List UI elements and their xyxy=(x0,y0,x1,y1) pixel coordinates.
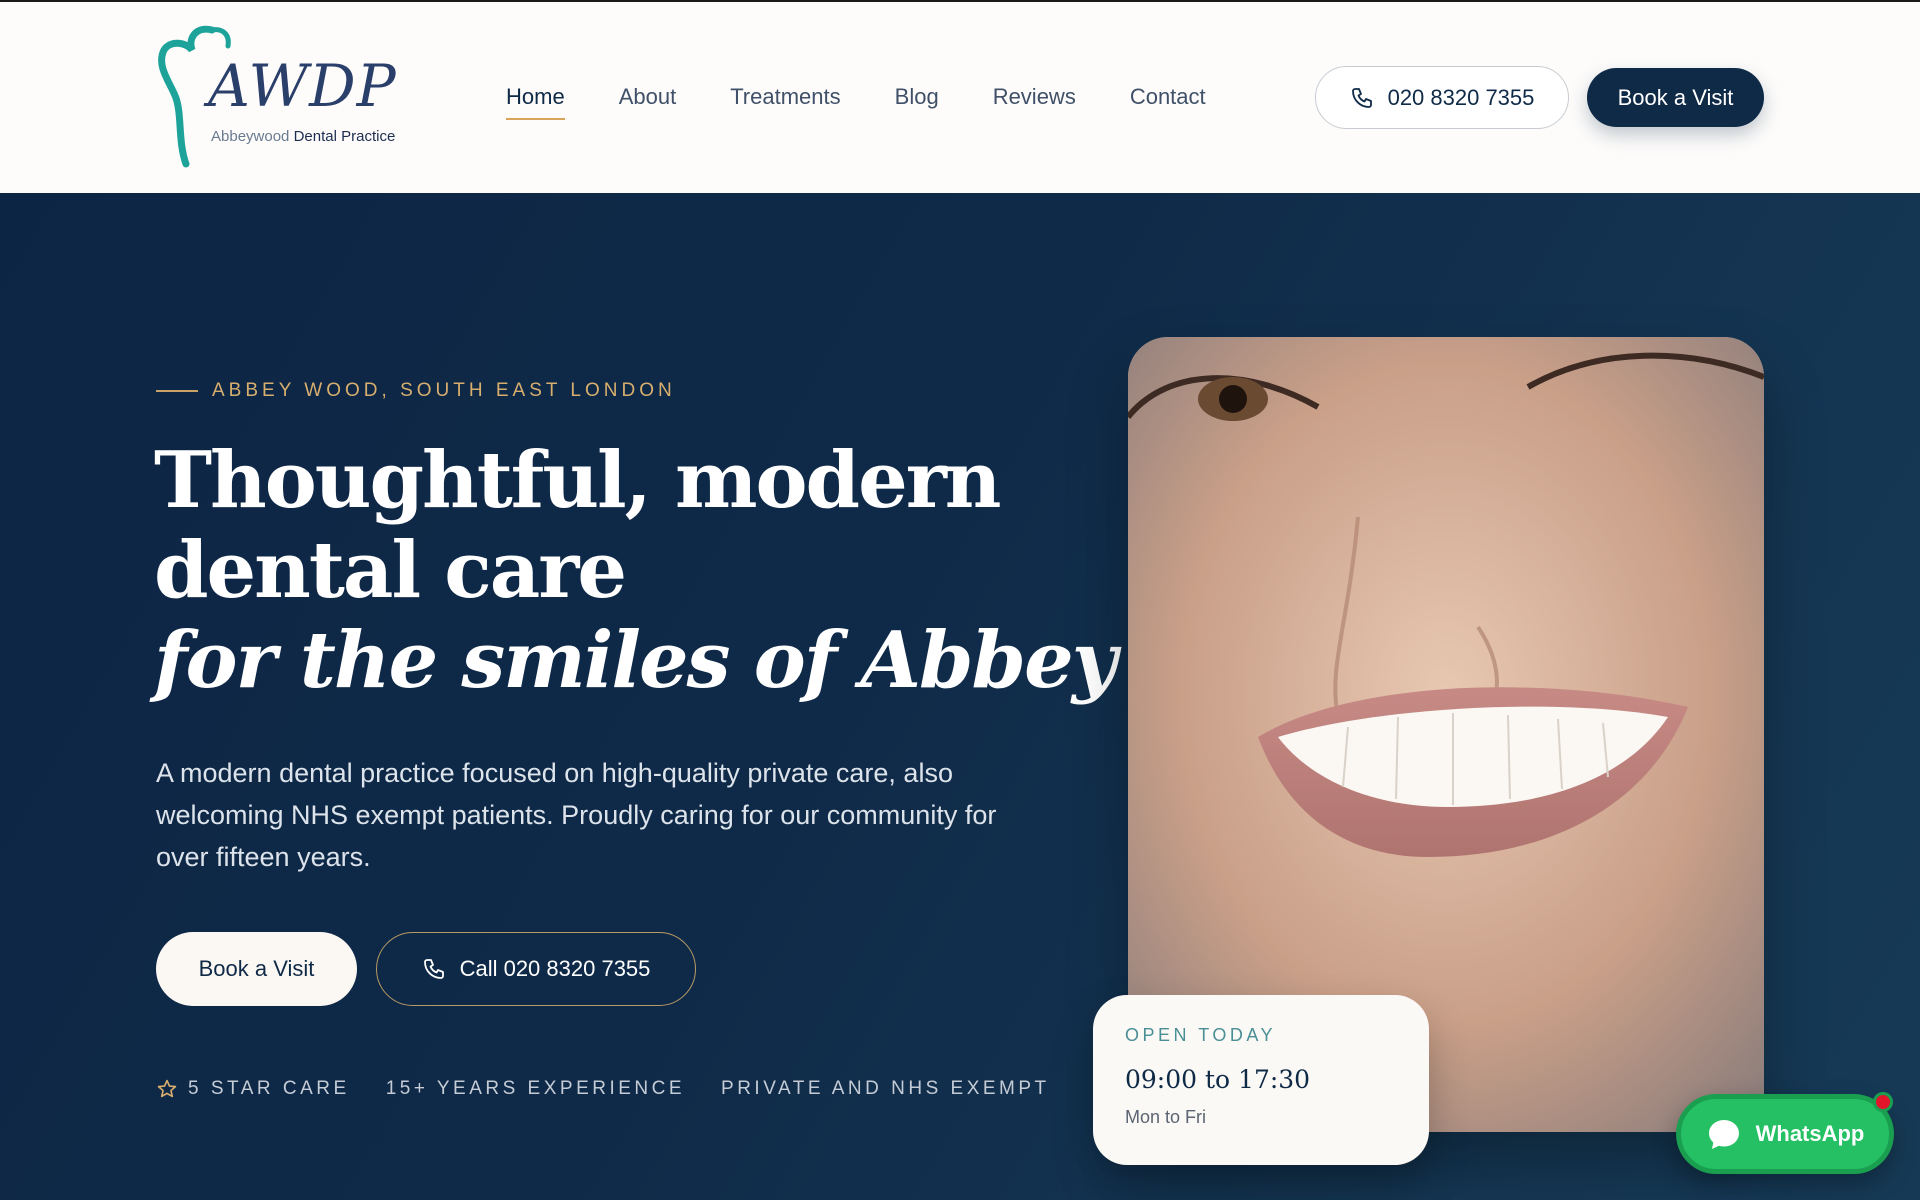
hours-days: Mon to Fri xyxy=(1125,1107,1207,1127)
logo-subtitle-bold: Dental Practice xyxy=(289,128,396,145)
hero-headline: Thoughtful, modern dental care for the s… xyxy=(154,435,1399,706)
hero-call-button[interactable]: Call 020 8320 7355 xyxy=(376,932,696,1006)
eyebrow-rule xyxy=(156,390,198,392)
header-phone-button[interactable]: 020 8320 7355 xyxy=(1315,66,1569,129)
badge-private-nhs: PRIVATE AND NHS EXEMPT xyxy=(721,1078,1050,1099)
opening-hours-card: OPEN TODAY 09:00 to 17:30 Mon to Fri xyxy=(1093,995,1429,1165)
hero-badges: 5 STAR CARE 15+ YEARS EXPERIENCE PRIVATE… xyxy=(156,1078,1086,1100)
hours-time: 09:00 to 17:30 xyxy=(1125,1065,1311,1094)
logo-subtitle: Abbeywood Dental Practice xyxy=(211,128,395,145)
main-nav: Home About Treatments Blog Reviews Conta… xyxy=(506,84,1260,120)
logo[interactable]: AWDP Abbeywood Dental Practice xyxy=(156,24,416,170)
hero-book-button[interactable]: Book a Visit xyxy=(156,932,357,1006)
star-icon xyxy=(157,1079,177,1098)
header-phone-number: 020 8320 7355 xyxy=(1387,84,1535,110)
hero-eyebrow: ABBEY WOOD, SOUTH EAST LONDON xyxy=(156,380,676,402)
nav-blog[interactable]: Blog xyxy=(895,84,939,120)
nav-reviews[interactable]: Reviews xyxy=(993,84,1076,120)
notification-dot xyxy=(1873,1092,1893,1112)
logo-wordmark: AWDP xyxy=(208,52,397,120)
whatsapp-label: WhatsApp xyxy=(1755,1121,1865,1146)
site-header: AWDP Abbeywood Dental Practice Home Abou… xyxy=(0,0,1920,193)
headline-line-1: Thoughtful, modern xyxy=(154,435,1002,526)
badge-star-care: 5 STAR CARE xyxy=(156,1078,350,1100)
headline-line-3: for the smiles of Abbey Wood. xyxy=(154,615,1399,706)
nav-contact[interactable]: Contact xyxy=(1130,84,1206,120)
phone-icon xyxy=(423,959,444,979)
hours-label: OPEN TODAY xyxy=(1125,1025,1277,1045)
nav-home[interactable]: Home xyxy=(506,84,565,120)
badge-star-care-text: 5 STAR CARE xyxy=(188,1078,350,1099)
nav-treatments[interactable]: Treatments xyxy=(730,84,840,120)
logo-subtitle-light: Abbeywood xyxy=(211,128,290,145)
eyebrow-text: ABBEY WOOD, SOUTH EAST LONDON xyxy=(212,380,676,401)
whatsapp-button[interactable]: WhatsApp xyxy=(1676,1094,1894,1174)
nav-about[interactable]: About xyxy=(619,84,677,120)
hero-call-label: Call 020 8320 7355 xyxy=(459,956,651,981)
headline-line-2: dental care xyxy=(154,525,627,616)
phone-icon xyxy=(1351,87,1372,108)
badge-experience: 15+ YEARS EXPERIENCE xyxy=(385,1078,686,1099)
chat-bubble-icon xyxy=(1708,1120,1739,1149)
hero-lead: A modern dental practice focused on high… xyxy=(156,758,997,872)
header-book-button[interactable]: Book a Visit xyxy=(1587,68,1764,127)
